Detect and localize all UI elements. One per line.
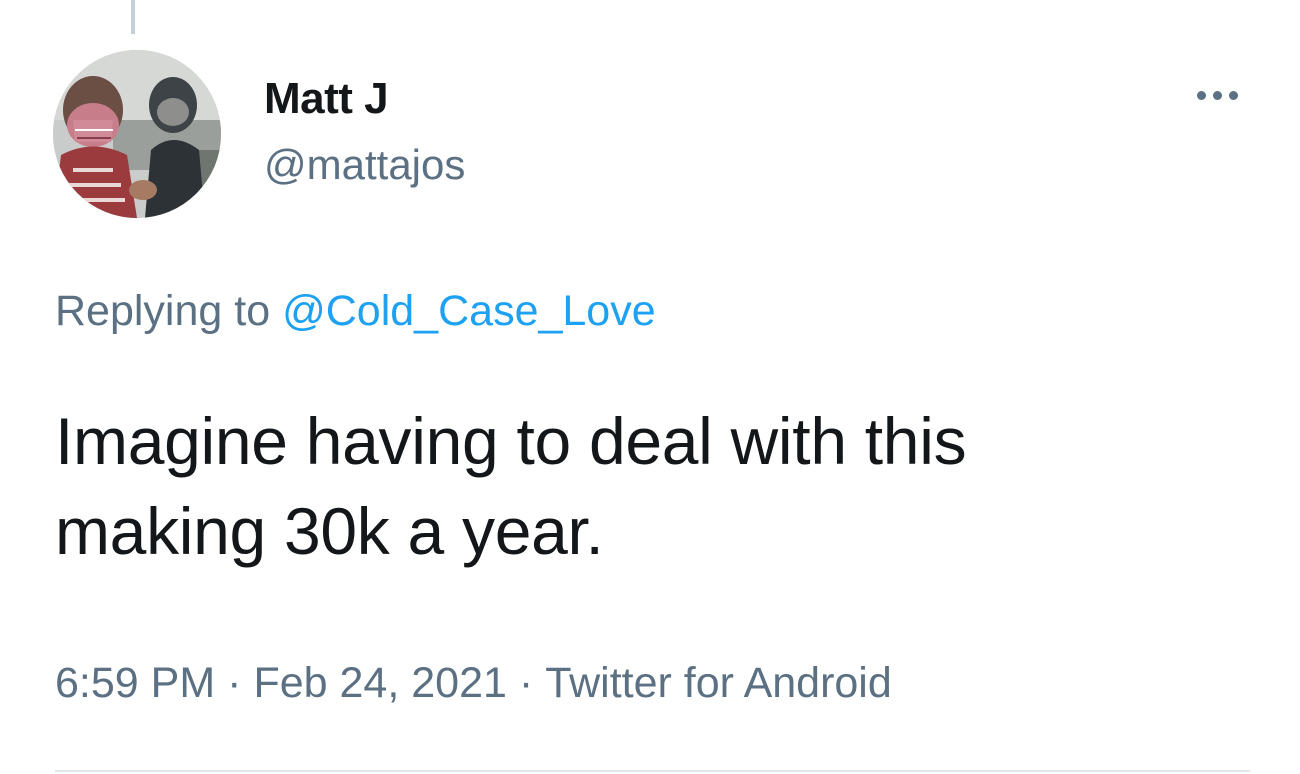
tweet-text-line: Imagine having to deal with this [55,404,967,478]
author-display-name[interactable]: Matt J [264,72,389,126]
divider [55,770,1250,772]
reply-mention-link[interactable]: @Cold_Case_Love [282,287,656,335]
tweet-metadata: 6:59 PM · Feb 24, 2021 · Twitter for Android [55,655,892,711]
meta-separator: · [518,659,534,707]
meta-separator: · [227,659,242,707]
avatar-photo [53,50,221,218]
tweet-timestamp[interactable]: 6:59 PM · Feb 24, 2021 [55,659,507,707]
more-horizontal-icon-dot [1212,90,1222,100]
more-options-button[interactable] [1182,80,1252,110]
more-horizontal-icon [1196,90,1206,100]
reply-prefix: Replying to [55,287,271,335]
tweet-text: Imagine having to deal with this making … [55,396,1255,576]
tweet-source-link[interactable]: Twitter for Android [545,659,892,707]
tweet-date: Feb 24, 2021 [253,659,507,707]
avatar[interactable] [53,50,221,218]
more-horizontal-icon-dot [1228,90,1238,100]
thread-connector-line [131,0,135,34]
tweet-text-line: making 30k a year. [55,494,604,568]
author-handle[interactable]: @mattajos [264,138,465,192]
tweet-time: 6:59 PM [55,659,216,707]
reply-context: Replying to @Cold_Case_Love [55,283,656,339]
